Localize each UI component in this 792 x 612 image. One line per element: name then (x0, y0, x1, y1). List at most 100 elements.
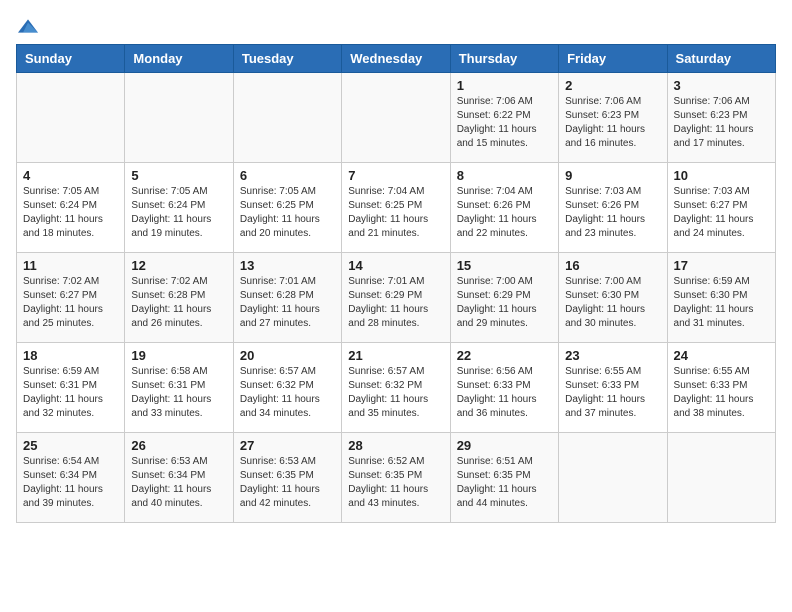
day-info: Sunrise: 7:04 AM Sunset: 6:26 PM Dayligh… (457, 185, 552, 241)
day-number: 27 (240, 438, 335, 453)
calendar-day-cell: 14 Sunrise: 7:01 AM Sunset: 6:29 PM Dayli… (342, 253, 450, 343)
day-number: 19 (131, 348, 226, 363)
logo-icon (18, 16, 38, 36)
day-info: Sunrise: 7:01 AM Sunset: 6:28 PM Dayligh… (240, 275, 335, 331)
calendar-day-cell: 15Sunrise: 7:00 AM Sunset: 6:29 PM Dayli… (450, 253, 558, 343)
day-number: 29 (457, 438, 552, 453)
calendar-day-cell: 22 Sunrise: 6:56 AM Sunset: 6:33 PM Dayli… (450, 343, 558, 433)
calendar-day-cell: 1 Sunrise: 7:06 AM Sunset: 6:22 PM Daylig… (450, 73, 558, 163)
day-info: Sunrise: 6:57 AM Sunset: 6:32 PM Dayligh… (348, 365, 443, 421)
calendar-day-cell: 10Sunrise: 7:03 AM Sunset: 6:27 PM Dayli… (667, 163, 775, 253)
calendar-day-cell: 23Sunrise: 6:55 AM Sunset: 6:33 PM Dayli… (559, 343, 667, 433)
calendar-day-cell (559, 433, 667, 523)
day-info: Sunrise: 6:54 AM Sunset: 6:34 PM Dayligh… (23, 455, 118, 511)
day-number: 11 (23, 258, 118, 273)
day-info: Sunrise: 7:05 AM Sunset: 6:24 PM Dayligh… (23, 185, 118, 241)
calendar-day-cell: 27 Sunrise: 6:53 AM Sunset: 6:35 PM Dayli… (233, 433, 341, 523)
day-number: 13 (240, 258, 335, 273)
calendar-day-cell: 6 Sunrise: 7:05 AM Sunset: 6:25 PM Daylig… (233, 163, 341, 253)
day-info: Sunrise: 7:02 AM Sunset: 6:28 PM Dayligh… (131, 275, 226, 331)
weekday-header-row: SundayMondayTuesdayWednesdayThursdayFrid… (17, 45, 776, 73)
day-number: 21 (348, 348, 443, 363)
calendar-day-cell: 2 Sunrise: 7:06 AM Sunset: 6:23 PM Daylig… (559, 73, 667, 163)
day-number: 9 (565, 168, 660, 183)
day-number: 18 (23, 348, 118, 363)
weekday-header-cell: Friday (559, 45, 667, 73)
calendar-day-cell (233, 73, 341, 163)
weekday-header-cell: Saturday (667, 45, 775, 73)
page-header (16, 16, 776, 36)
calendar-day-cell: 28Sunrise: 6:52 AM Sunset: 6:35 PM Dayli… (342, 433, 450, 523)
calendar-day-cell: 16 Sunrise: 7:00 AM Sunset: 6:30 PM Dayli… (559, 253, 667, 343)
calendar-day-cell: 11 Sunrise: 7:02 AM Sunset: 6:27 PM Dayli… (17, 253, 125, 343)
day-number: 23 (565, 348, 660, 363)
day-number: 22 (457, 348, 552, 363)
calendar-day-cell: 12 Sunrise: 7:02 AM Sunset: 6:28 PM Dayli… (125, 253, 233, 343)
day-number: 12 (131, 258, 226, 273)
calendar-day-cell: 24 Sunrise: 6:55 AM Sunset: 6:33 PM Dayli… (667, 343, 775, 433)
day-number: 20 (240, 348, 335, 363)
day-number: 25 (23, 438, 118, 453)
calendar-week-row: 25 Sunrise: 6:54 AM Sunset: 6:34 PM Dayli… (17, 433, 776, 523)
logo (16, 16, 38, 36)
day-info: Sunrise: 7:05 AM Sunset: 6:25 PM Dayligh… (240, 185, 335, 241)
calendar-table: SundayMondayTuesdayWednesdayThursdayFrid… (16, 44, 776, 523)
calendar-day-cell: 9 Sunrise: 7:03 AM Sunset: 6:26 PM Daylig… (559, 163, 667, 253)
day-info: Sunrise: 6:51 AM Sunset: 6:35 PM Dayligh… (457, 455, 552, 511)
day-info: Sunrise: 6:59 AM Sunset: 6:31 PM Dayligh… (23, 365, 118, 421)
day-number: 8 (457, 168, 552, 183)
calendar-day-cell: 26Sunrise: 6:53 AM Sunset: 6:34 PM Dayli… (125, 433, 233, 523)
weekday-header-cell: Wednesday (342, 45, 450, 73)
calendar-day-cell: 17Sunrise: 6:59 AM Sunset: 6:30 PM Dayli… (667, 253, 775, 343)
day-info: Sunrise: 7:00 AM Sunset: 6:30 PM Dayligh… (565, 275, 660, 331)
day-info: Sunrise: 6:57 AM Sunset: 6:32 PM Dayligh… (240, 365, 335, 421)
day-number: 7 (348, 168, 443, 183)
calendar-day-cell: 29 Sunrise: 6:51 AM Sunset: 6:35 PM Dayli… (450, 433, 558, 523)
day-info: Sunrise: 7:06 AM Sunset: 6:23 PM Dayligh… (565, 95, 660, 151)
day-info: Sunrise: 7:04 AM Sunset: 6:25 PM Dayligh… (348, 185, 443, 241)
calendar-day-cell: 13 Sunrise: 7:01 AM Sunset: 6:28 PM Dayli… (233, 253, 341, 343)
day-number: 6 (240, 168, 335, 183)
calendar-day-cell: 25 Sunrise: 6:54 AM Sunset: 6:34 PM Dayli… (17, 433, 125, 523)
day-info: Sunrise: 6:55 AM Sunset: 6:33 PM Dayligh… (674, 365, 769, 421)
calendar-day-cell: 7 Sunrise: 7:04 AM Sunset: 6:25 PM Daylig… (342, 163, 450, 253)
calendar-day-cell: 8 Sunrise: 7:04 AM Sunset: 6:26 PM Daylig… (450, 163, 558, 253)
weekday-header-cell: Tuesday (233, 45, 341, 73)
calendar-day-cell: 5 Sunrise: 7:05 AM Sunset: 6:24 PM Daylig… (125, 163, 233, 253)
day-info: Sunrise: 6:53 AM Sunset: 6:35 PM Dayligh… (240, 455, 335, 511)
calendar-week-row: 1 Sunrise: 7:06 AM Sunset: 6:22 PM Daylig… (17, 73, 776, 163)
day-info: Sunrise: 7:03 AM Sunset: 6:26 PM Dayligh… (565, 185, 660, 241)
day-number: 24 (674, 348, 769, 363)
calendar-body: 1 Sunrise: 7:06 AM Sunset: 6:22 PM Daylig… (17, 73, 776, 523)
day-number: 2 (565, 78, 660, 93)
calendar-day-cell (17, 73, 125, 163)
day-info: Sunrise: 6:59 AM Sunset: 6:30 PM Dayligh… (674, 275, 769, 331)
weekday-header-cell: Thursday (450, 45, 558, 73)
day-info: Sunrise: 6:58 AM Sunset: 6:31 PM Dayligh… (131, 365, 226, 421)
day-number: 5 (131, 168, 226, 183)
weekday-header-cell: Monday (125, 45, 233, 73)
day-number: 16 (565, 258, 660, 273)
day-info: Sunrise: 7:01 AM Sunset: 6:29 PM Dayligh… (348, 275, 443, 331)
day-info: Sunrise: 7:00 AM Sunset: 6:29 PM Dayligh… (457, 275, 552, 331)
calendar-day-cell (342, 73, 450, 163)
calendar-day-cell: 18 Sunrise: 6:59 AM Sunset: 6:31 PM Dayli… (17, 343, 125, 433)
calendar-day-cell: 19 Sunrise: 6:58 AM Sunset: 6:31 PM Dayli… (125, 343, 233, 433)
day-number: 14 (348, 258, 443, 273)
day-info: Sunrise: 7:02 AM Sunset: 6:27 PM Dayligh… (23, 275, 118, 331)
calendar-day-cell: 3 Sunrise: 7:06 AM Sunset: 6:23 PM Daylig… (667, 73, 775, 163)
calendar-day-cell: 21 Sunrise: 6:57 AM Sunset: 6:32 PM Dayli… (342, 343, 450, 433)
day-info: Sunrise: 7:05 AM Sunset: 6:24 PM Dayligh… (131, 185, 226, 241)
day-info: Sunrise: 7:06 AM Sunset: 6:22 PM Dayligh… (457, 95, 552, 151)
day-info: Sunrise: 6:52 AM Sunset: 6:35 PM Dayligh… (348, 455, 443, 511)
calendar-day-cell: 20 Sunrise: 6:57 AM Sunset: 6:32 PM Dayli… (233, 343, 341, 433)
day-number: 10 (674, 168, 769, 183)
calendar-week-row: 11 Sunrise: 7:02 AM Sunset: 6:27 PM Dayli… (17, 253, 776, 343)
day-info: Sunrise: 7:06 AM Sunset: 6:23 PM Dayligh… (674, 95, 769, 151)
day-number: 1 (457, 78, 552, 93)
day-info: Sunrise: 6:56 AM Sunset: 6:33 PM Dayligh… (457, 365, 552, 421)
day-number: 4 (23, 168, 118, 183)
calendar-week-row: 4 Sunrise: 7:05 AM Sunset: 6:24 PM Daylig… (17, 163, 776, 253)
day-number: 3 (674, 78, 769, 93)
weekday-header-cell: Sunday (17, 45, 125, 73)
